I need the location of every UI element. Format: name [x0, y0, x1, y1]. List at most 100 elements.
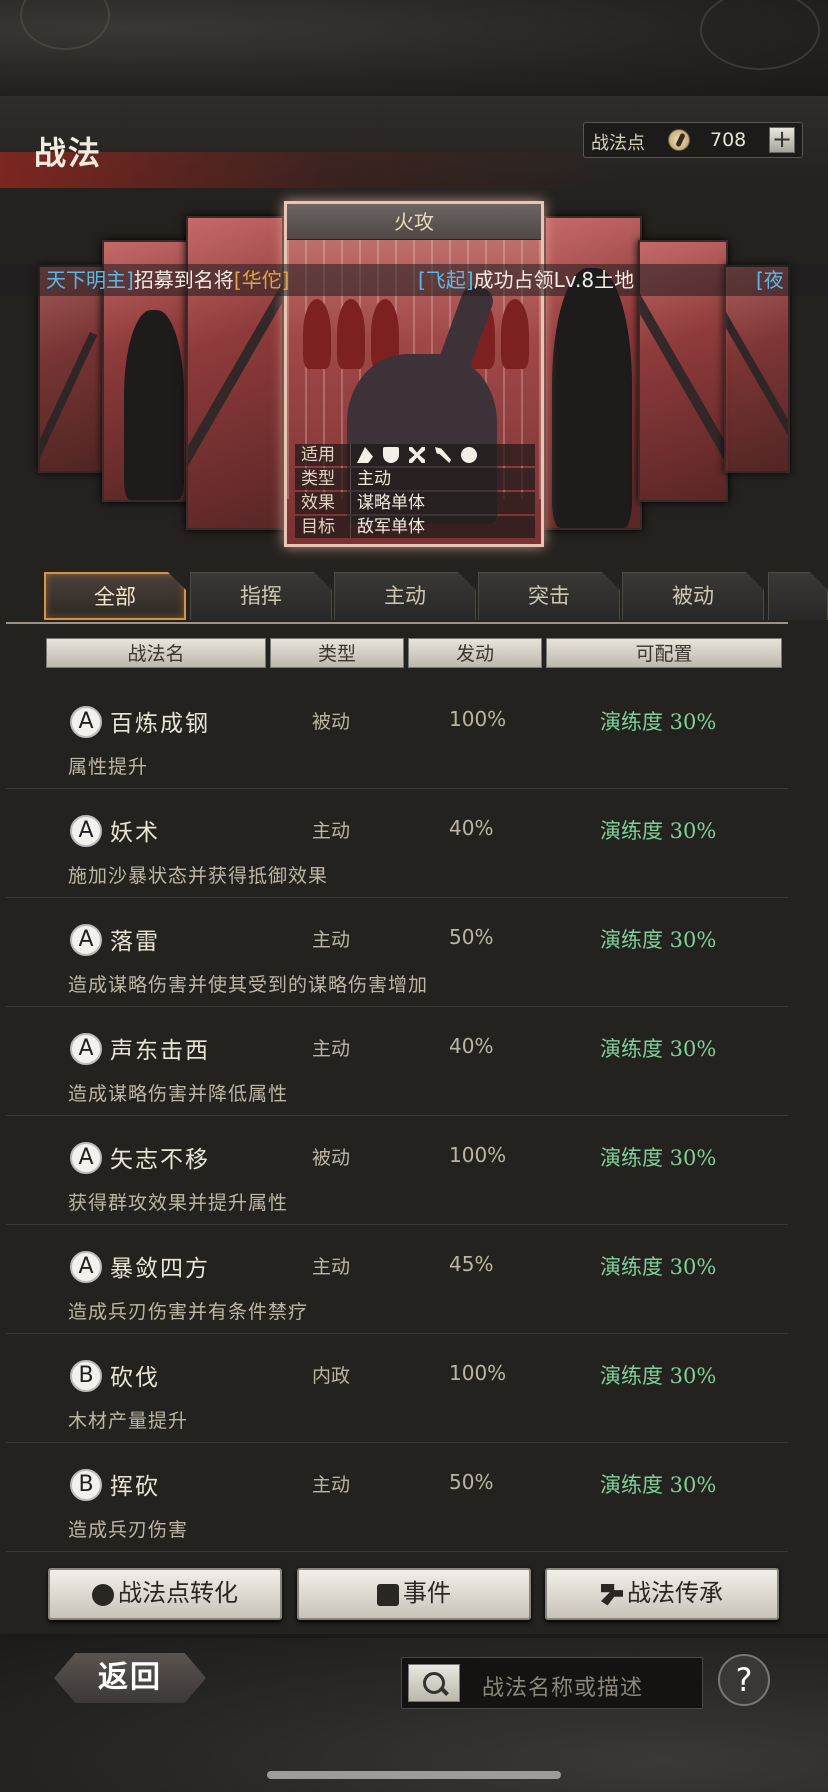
sword-silhouette [726, 305, 788, 439]
ticker-message-3: [夜 [756, 268, 784, 292]
attr-value: 谋略单体 [357, 493, 425, 513]
column-header-config[interactable]: 可配置 [546, 638, 782, 668]
tactic-desc: 造成谋略伤害并使其受到的谋略伤害增加 [68, 974, 429, 996]
search-icon[interactable] [408, 1664, 460, 1702]
spear-silhouette [40, 331, 98, 463]
tactic-row[interactable]: A 妖术 主动 40% 演练度 30% 施加沙暴状态并获得抵御效果 [6, 789, 788, 898]
column-header-rate[interactable]: 发动 [408, 638, 542, 668]
troop-silhouette [501, 299, 529, 369]
attr-key: 效果 [295, 492, 351, 514]
hammer-icon [601, 1583, 623, 1606]
tactic-type: 被动 [312, 1147, 351, 1169]
tactic-row[interactable]: B 挥砍 主动 50% 演练度 30% 造成兵刃伤害 [6, 1443, 788, 1552]
tactic-points-box: 战法点 708 + [583, 122, 803, 158]
tactic-practice: 演练度 30% [600, 1473, 717, 1497]
tab-passive[interactable]: 被动 [622, 572, 764, 620]
column-header-name[interactable]: 战法名 [46, 638, 266, 668]
tactic-rate: 40% [449, 1034, 494, 1058]
tactic-list: A 百炼成钢 被动 100% 演练度 30% 属性提升 A 妖术 主动 40% … [6, 680, 788, 1555]
inherit-tactic-button[interactable]: 战法传承 [545, 1568, 779, 1620]
general-silhouette [124, 310, 184, 500]
attr-key: 目标 [295, 516, 351, 538]
tactic-name: 暴敛四方 [110, 1256, 210, 1282]
tactic-practice: 演练度 30% [600, 1255, 717, 1279]
grade-badge: A [70, 924, 102, 956]
tactic-name: 挥砍 [110, 1474, 160, 1500]
filter-tabs: 全部 指挥 主动 突击 被动 [40, 572, 828, 622]
attr-row: 目标 敌军单体 [295, 516, 535, 538]
tactic-row[interactable]: A 声东击西 主动 40% 演练度 30% 造成谋略伤害并降低属性 [6, 1007, 788, 1116]
tactic-name: 落雷 [110, 929, 160, 955]
grade-badge: A [70, 1142, 102, 1174]
tactic-card[interactable] [724, 265, 790, 473]
card-title: 火攻 [287, 204, 541, 240]
tactic-name: 妖术 [110, 820, 160, 846]
tactic-rate: 45% [449, 1252, 494, 1276]
featured-tactic-card[interactable]: 火攻 适用 类型 主动 效果 谋略单体 目标 敌军单体 [284, 201, 544, 547]
cloud-ornament [700, 0, 820, 70]
column-header-type[interactable]: 类型 [270, 638, 404, 668]
tactic-desc: 造成兵刃伤害并有条件禁疗 [68, 1301, 309, 1323]
tactic-practice: 演练度 30% [600, 819, 717, 843]
help-button[interactable]: ? [718, 1654, 770, 1706]
attr-value: 敌军单体 [357, 517, 425, 537]
tactic-row[interactable]: A 百炼成钢 被动 100% 演练度 30% 属性提升 [6, 680, 788, 789]
flame-icon [92, 1583, 114, 1606]
back-button[interactable]: 返回 [54, 1653, 206, 1703]
tactic-rate: 100% [449, 1361, 507, 1385]
tab-active[interactable]: 主动 [334, 572, 476, 620]
tab-command[interactable]: 指挥 [190, 572, 332, 620]
tactic-rate: 100% [449, 707, 507, 731]
grade-badge: A [70, 706, 102, 738]
search-field[interactable]: 战法名称或描述 [401, 1657, 703, 1709]
convert-points-button[interactable]: 战法点转化 [48, 1568, 282, 1620]
attr-value: 主动 [357, 469, 391, 489]
grade-badge: B [70, 1469, 102, 1501]
tactic-desc: 施加沙暴状态并获得抵御效果 [68, 865, 329, 887]
tactic-desc: 属性提升 [68, 756, 149, 778]
tactic-row[interactable]: A 落雷 主动 50% 演练度 30% 造成谋略伤害并使其受到的谋略伤害增加 [6, 898, 788, 1007]
tactic-type: 主动 [312, 820, 351, 842]
tab-all[interactable]: 全部 [44, 572, 186, 620]
attr-row: 效果 谋略单体 [295, 492, 535, 514]
tactic-card[interactable] [38, 265, 110, 473]
attr-key: 适用 [295, 444, 351, 466]
spear-icon [435, 447, 451, 463]
unit-icons [351, 444, 535, 466]
tactic-practice: 演练度 30% [600, 1364, 717, 1388]
event-label: 事件 [403, 1579, 451, 1607]
cloud-ornament [20, 0, 110, 50]
scroll-alert-icon [377, 1583, 399, 1606]
attr-row: 适用 [295, 444, 535, 466]
tactic-practice: 演练度 30% [600, 1146, 717, 1170]
tactic-practice: 演练度 30% [600, 710, 717, 734]
tactic-type: 被动 [312, 711, 351, 733]
tactic-row[interactable]: B 砍伐 内政 100% 演练度 30% 木材产量提升 [6, 1334, 788, 1443]
brush-coin-icon [668, 129, 690, 151]
tactic-row[interactable]: A 暴敛四方 主动 45% 演练度 30% 造成兵刃伤害并有条件禁疗 [6, 1225, 788, 1334]
tab-divider [6, 622, 788, 624]
grade-badge: A [70, 1251, 102, 1283]
ticker-message-1: 天下明主]招募到名将[华佗] [46, 268, 290, 292]
tab-more[interactable] [768, 572, 828, 620]
archer-icon [409, 447, 425, 463]
tab-assault[interactable]: 突击 [478, 572, 620, 620]
tactic-type: 主动 [312, 1038, 351, 1060]
troop-silhouette [337, 299, 365, 369]
tactic-practice: 演练度 30% [600, 1037, 717, 1061]
tactic-rate: 40% [449, 816, 494, 840]
grade-badge: A [70, 815, 102, 847]
tactic-desc: 木材产量提升 [68, 1410, 189, 1432]
troop-silhouette [303, 299, 331, 369]
attr-row: 类型 主动 [295, 468, 535, 490]
tactic-row[interactable]: A 矢志不移 被动 100% 演练度 30% 获得群攻效果并提升属性 [6, 1116, 788, 1225]
siege-icon [461, 447, 477, 463]
news-ticker: 天下明主]招募到名将[华佗] [飞起]成功占领Lv.8土地 [夜 [0, 264, 828, 296]
add-points-button[interactable]: + [769, 127, 795, 153]
tactic-name: 矢志不移 [110, 1147, 210, 1173]
event-button[interactable]: 事件 [297, 1568, 531, 1620]
tactic-type: 内政 [312, 1365, 351, 1387]
spear-silhouette [188, 271, 282, 485]
tactic-type: 主动 [312, 1474, 351, 1496]
tactic-rate: 50% [449, 1470, 494, 1494]
